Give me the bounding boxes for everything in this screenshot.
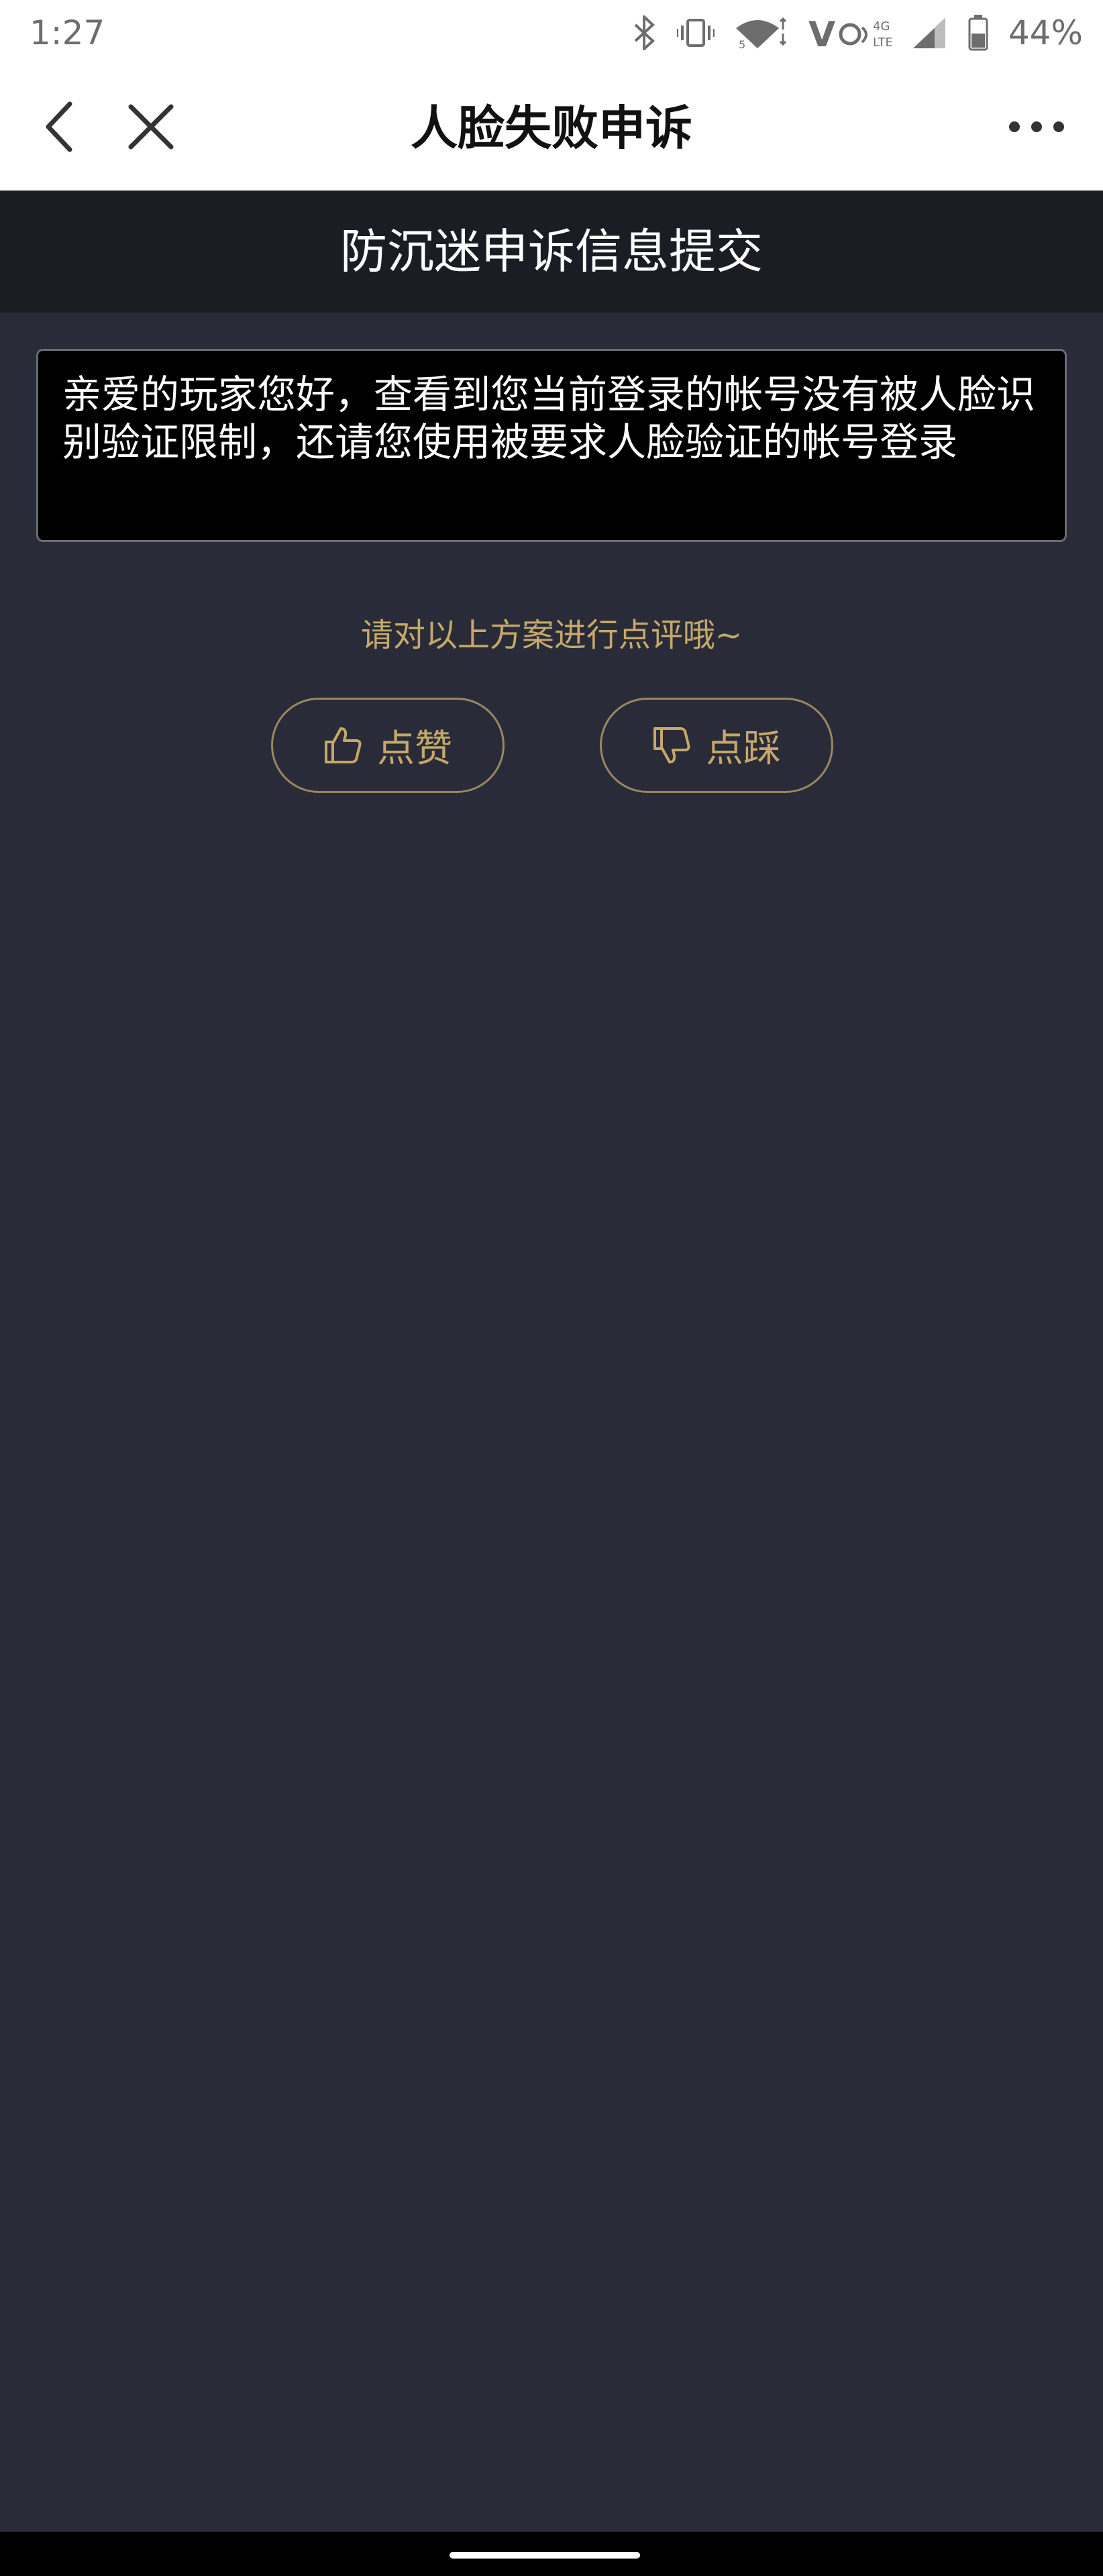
- svg-text:4G: 4G: [873, 19, 890, 34]
- vibrate-icon: [676, 17, 715, 48]
- volte-icon: V 4G LTE: [808, 15, 892, 50]
- rating-prompt: 请对以上方案进行点评哦~: [360, 616, 743, 654]
- battery-percent: 44%: [1008, 13, 1083, 52]
- more-dots-icon: [1008, 120, 1065, 136]
- nav-bar: 人脸失败申诉: [0, 66, 1103, 191]
- section-header: 防沉迷申诉信息提交: [0, 191, 1103, 313]
- status-time: 1:27: [30, 13, 105, 52]
- like-button[interactable]: 点赞: [271, 698, 505, 793]
- thumbs-down-icon: [652, 726, 691, 765]
- back-chevron-icon: [43, 100, 76, 156]
- battery-icon: [968, 15, 988, 51]
- message-text: 亲爱的玩家您好，查看到您当前登录的帐号没有被人脸识别验证限制，还请您使用被要求人…: [62, 372, 1036, 465]
- bluetooth-icon: [633, 15, 657, 50]
- more-button[interactable]: [1000, 98, 1073, 158]
- status-icons: 5 V 4G LTE 44%: [633, 9, 1083, 56]
- home-indicator[interactable]: [450, 2552, 640, 2559]
- dislike-button[interactable]: 点踩: [600, 698, 833, 793]
- wifi-icon: 5: [735, 16, 788, 50]
- system-nav-bar: [0, 2532, 1103, 2576]
- signal-icon: [912, 16, 948, 50]
- dislike-label: 点踩: [706, 727, 781, 771]
- close-button[interactable]: [121, 98, 181, 158]
- svg-text:V: V: [808, 15, 835, 50]
- svg-text:5: 5: [739, 38, 745, 50]
- back-button[interactable]: [30, 98, 90, 158]
- close-icon: [127, 103, 175, 154]
- svg-text:LTE: LTE: [873, 36, 892, 50]
- like-label: 点赞: [377, 727, 452, 771]
- thumbs-up-icon: [323, 726, 362, 765]
- status-bar: 1:27 5 V 4G LTE 44%: [0, 0, 1103, 66]
- message-box: 亲爱的玩家您好，查看到您当前登录的帐号没有被人脸识别验证限制，还请您使用被要求人…: [36, 349, 1067, 542]
